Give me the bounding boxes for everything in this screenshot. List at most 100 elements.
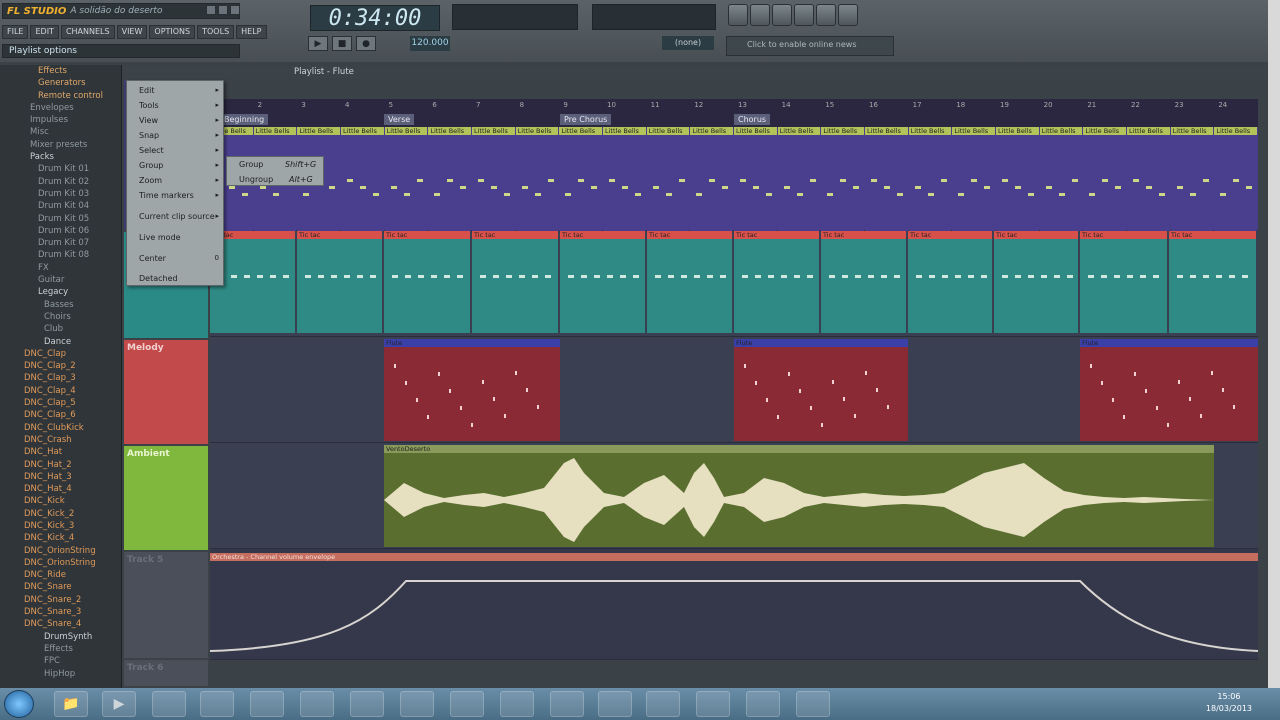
marker-verse[interactable]: Verse bbox=[384, 114, 415, 125]
clip-tictac[interactable]: Tic tac bbox=[472, 231, 558, 333]
submenu-item-group[interactable]: Group bbox=[239, 160, 263, 169]
chrome-icon[interactable] bbox=[550, 691, 584, 717]
menu-item-snap[interactable]: Snap bbox=[139, 131, 159, 140]
clip-bells[interactable]: Little Bells bbox=[559, 127, 602, 231]
browser-item[interactable]: DNC_OrionString bbox=[0, 545, 121, 557]
browser-item[interactable]: DNC_Kick_4 bbox=[0, 532, 121, 544]
submenu-item-ungroup[interactable]: Ungroup bbox=[239, 175, 273, 184]
browser-item[interactable]: Drum Kit 07 bbox=[0, 237, 121, 249]
track-header-5[interactable]: Track 5 bbox=[124, 552, 208, 658]
plugin-picker-icon[interactable] bbox=[838, 4, 858, 26]
menu-item-current-clip-source[interactable]: Current clip source bbox=[139, 212, 215, 221]
clip-tictac[interactable]: Tic tac bbox=[647, 231, 732, 333]
browser-item[interactable]: DNC_Hat_4 bbox=[0, 483, 121, 495]
taskbar-clock[interactable]: 15:06 18/03/2013 bbox=[1206, 691, 1252, 715]
song-time-display[interactable]: 0:34:00 bbox=[310, 5, 440, 31]
clip-tictac[interactable]: Tic tac bbox=[734, 231, 819, 333]
marker-pre-chorus[interactable]: Pre Chorus bbox=[560, 114, 612, 125]
clip-tictac[interactable]: Tic tac bbox=[1169, 231, 1256, 333]
menu-edit[interactable]: EDIT bbox=[30, 25, 59, 39]
pattern-selector[interactable]: (none) bbox=[662, 36, 714, 50]
clip-tictac[interactable]: Tic tac bbox=[384, 231, 470, 333]
menu-item-view[interactable]: View bbox=[139, 116, 158, 125]
start-button[interactable] bbox=[4, 690, 34, 718]
browser-item[interactable]: DNC_Clap_6 bbox=[0, 409, 121, 421]
menu-channels[interactable]: CHANNELS bbox=[60, 25, 115, 39]
mixer-window-icon[interactable] bbox=[816, 4, 836, 26]
browser-item[interactable]: Effects bbox=[0, 643, 121, 655]
internet-explorer-icon[interactable] bbox=[350, 691, 384, 717]
browser-item[interactable]: DNC_Snare bbox=[0, 581, 121, 593]
firefox-icon[interactable] bbox=[500, 691, 534, 717]
menu-item-zoom[interactable]: Zoom bbox=[139, 176, 162, 185]
browser-item[interactable]: Drum Kit 05 bbox=[0, 213, 121, 225]
clip-bells[interactable]: Little Bells bbox=[734, 127, 777, 231]
app-icon-3[interactable] bbox=[152, 691, 186, 717]
explorer-icon[interactable]: 📁 bbox=[54, 691, 88, 717]
menu-item-edit[interactable]: Edit bbox=[139, 86, 155, 95]
app-icon-8[interactable] bbox=[400, 691, 434, 717]
menu-tools[interactable]: TOOLS bbox=[197, 25, 235, 39]
browser-item[interactable]: Guitar bbox=[0, 274, 121, 286]
menu-item-time-markers[interactable]: Time markers bbox=[139, 191, 194, 200]
browser-item[interactable]: DrumSynth bbox=[0, 631, 121, 643]
browser-item[interactable]: Drum Kit 04 bbox=[0, 200, 121, 212]
clip-bells[interactable]: Little Bells bbox=[428, 127, 471, 231]
clip-bells[interactable]: Little Bells bbox=[821, 127, 864, 231]
menu-item-live-mode[interactable]: Live mode bbox=[139, 233, 181, 242]
tempo-display[interactable]: 120.000 bbox=[410, 36, 450, 51]
app-icon-13[interactable] bbox=[646, 691, 680, 717]
menu-view[interactable]: VIEW bbox=[116, 25, 148, 39]
menu-file[interactable]: FILE bbox=[2, 25, 29, 39]
app-icon-9[interactable] bbox=[450, 691, 484, 717]
app-icon-5[interactable] bbox=[250, 691, 284, 717]
menu-item-tools[interactable]: Tools bbox=[139, 101, 159, 110]
chrome-icon-2[interactable] bbox=[598, 691, 632, 717]
clip-automation-envelope[interactable]: Orchestra - Channel volume envelope bbox=[210, 553, 1258, 659]
clip-bells[interactable]: Little Bells bbox=[384, 127, 428, 231]
antivirus-icon[interactable] bbox=[300, 691, 334, 717]
browser-item[interactable]: DNC_Clap_3 bbox=[0, 372, 121, 384]
clip-tictac[interactable]: Tic tac bbox=[994, 231, 1078, 333]
browser-item[interactable]: Drum Kit 03 bbox=[0, 188, 121, 200]
browser-item[interactable]: Packs bbox=[0, 151, 121, 163]
clip-bells[interactable]: Little Bells bbox=[603, 127, 646, 231]
browser-item[interactable]: Mixer presets bbox=[0, 139, 121, 151]
clip-bells[interactable]: Little Bells bbox=[515, 127, 559, 231]
browser-item[interactable]: DNC_Hat_3 bbox=[0, 471, 121, 483]
browser-item[interactable]: Choirs bbox=[0, 311, 121, 323]
clip-bells[interactable]: Little Bells bbox=[646, 127, 690, 231]
browser-item[interactable]: DNC_Hat_2 bbox=[0, 459, 121, 471]
menu-item-center[interactable]: Center bbox=[139, 254, 166, 263]
clip-tictac[interactable]: Tic tac bbox=[821, 231, 906, 333]
browser-item[interactable]: Misc bbox=[0, 126, 121, 138]
browser-item[interactable]: DNC_Snare_2 bbox=[0, 594, 121, 606]
piano-roll-icon[interactable] bbox=[772, 4, 792, 26]
browser-item[interactable]: Generators bbox=[0, 77, 121, 89]
clip-bells[interactable]: Little Bells bbox=[1039, 127, 1083, 231]
browser-item[interactable]: Club bbox=[0, 323, 121, 335]
clip-bells[interactable]: Little Bells bbox=[1170, 127, 1214, 231]
browser-item[interactable]: DNC_Kick bbox=[0, 495, 121, 507]
minimize-icon[interactable] bbox=[206, 5, 216, 15]
clip-tictac[interactable]: Tic tac bbox=[297, 231, 382, 333]
browser-item[interactable]: Drum Kit 02 bbox=[0, 176, 121, 188]
clip-bells[interactable]: Little Bells bbox=[690, 127, 733, 231]
clip-bells[interactable]: Little Bells bbox=[1083, 127, 1126, 231]
browser-item[interactable]: DNC_Crash bbox=[0, 434, 121, 446]
browser-item[interactable]: Drum Kit 01 bbox=[0, 163, 121, 175]
browser-item[interactable]: DNC_Clap_4 bbox=[0, 385, 121, 397]
time-markers[interactable]: Beginning Verse Pre Chorus Chorus bbox=[210, 113, 1258, 127]
browser-item[interactable]: FPC bbox=[0, 655, 121, 667]
menu-options[interactable]: OPTIONS bbox=[149, 25, 196, 39]
browser-item[interactable]: Drum Kit 06 bbox=[0, 225, 121, 237]
clip-bells[interactable]: Little Bells bbox=[341, 127, 384, 231]
browser-item[interactable]: DNC_ClubKick bbox=[0, 422, 121, 434]
clip-bells[interactable]: Little Bells bbox=[908, 127, 952, 231]
browser-item[interactable]: HipHop bbox=[0, 668, 121, 680]
menu-item-detached[interactable]: Detached bbox=[139, 274, 178, 283]
browser-item[interactable]: Dance bbox=[0, 336, 121, 348]
browser-item[interactable]: DNC_Clap_5 bbox=[0, 397, 121, 409]
play-button[interactable]: ▶ bbox=[308, 36, 328, 51]
clip-bells[interactable]: Little Bells bbox=[1214, 127, 1257, 231]
